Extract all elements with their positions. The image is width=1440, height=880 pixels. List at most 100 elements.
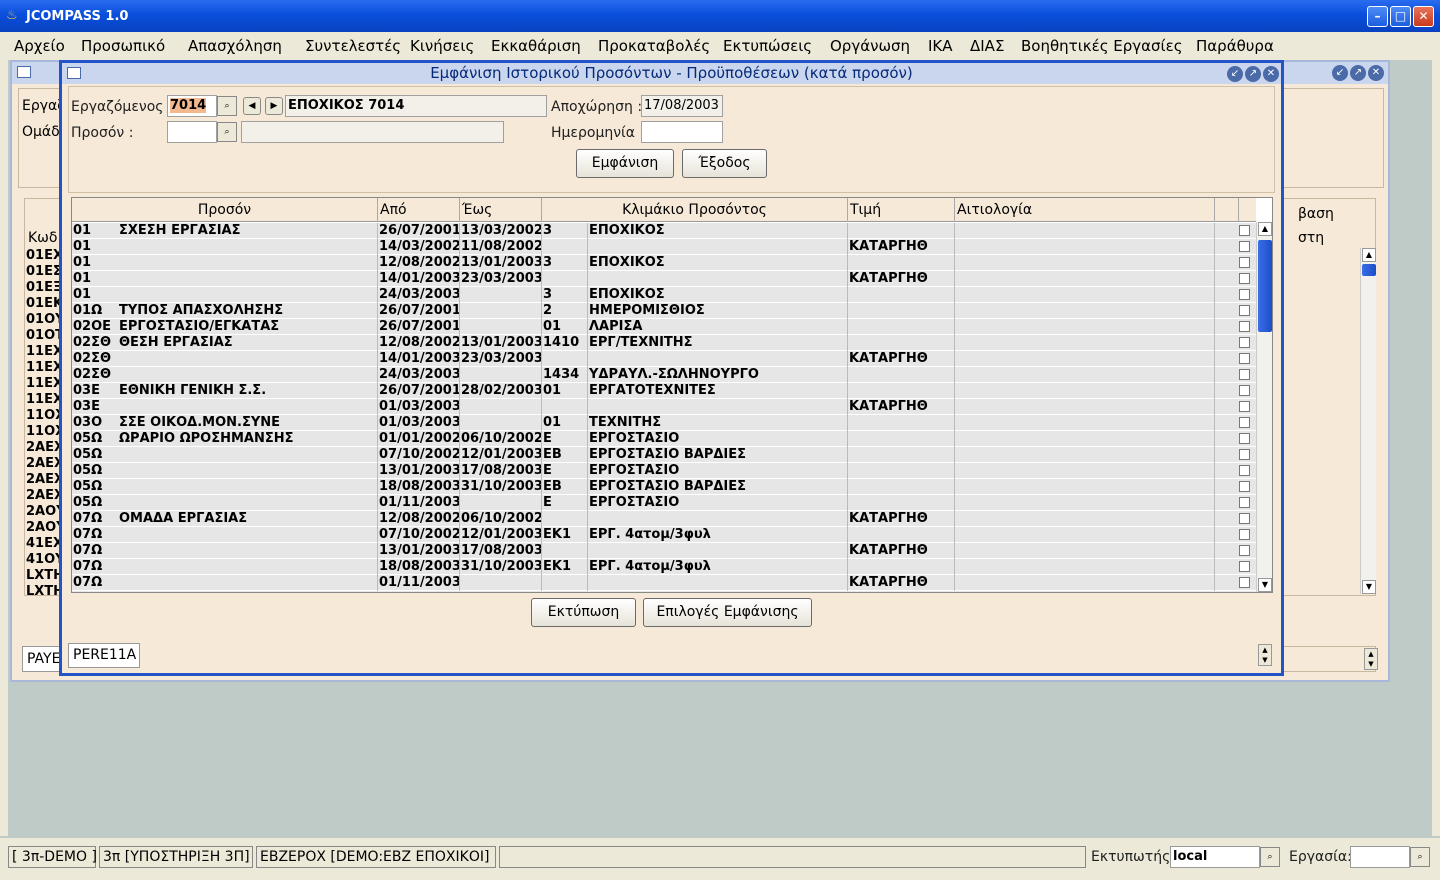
table-row[interactable]: 05Ω 13/01/2003 17/08/2003 Ε ΕΡΓΟΣΤΑΣΙΟ <box>72 463 1256 479</box>
close-icon[interactable]: ✕ <box>1263 66 1279 82</box>
table-row[interactable]: 01 12/08/2002 13/01/2003 3 ΕΠΟΧΙΚΟΣ <box>72 255 1256 271</box>
table-row[interactable]: 07Ω ΟΜΑΔΑ ΕΡΓΑΣΙΑΣ 12/08/2002 06/10/2002 ΚΑΤ… <box>72 511 1256 527</box>
display-options-button[interactable]: Επιλογές Εμφάνισης <box>643 598 812 627</box>
scroll-down-icon[interactable]: ▼ <box>1258 578 1272 592</box>
row-checkbox[interactable] <box>1239 257 1250 268</box>
date-input[interactable] <box>641 121 723 143</box>
row-checkbox[interactable] <box>1239 305 1250 316</box>
table-row[interactable]: 01 14/01/2003 23/03/2003 ΚΑΤΑΡΓΗΘ <box>72 271 1256 287</box>
row-checkbox[interactable] <box>1239 449 1250 460</box>
table-row[interactable]: 02ΣΘ 24/03/2003 1434 ΥΔΡΑΥΛ.-ΣΩΛΗΝΟΥΡΓΟ <box>72 367 1256 383</box>
table-row[interactable]: 01 ΣΧΕΣΗ ΕΡΓΑΣΙΑΣ 26/07/2001 13/03/2002 3 ΕΠΟ… <box>72 223 1256 239</box>
menu-windows[interactable]: Παράθυρα <box>1196 37 1274 55</box>
menu-file[interactable]: Αρχείο <box>14 37 65 55</box>
row-checkbox[interactable] <box>1239 481 1250 492</box>
menu-coefficients[interactable]: Συντελεστές <box>305 37 401 55</box>
row-checkbox[interactable] <box>1239 577 1250 588</box>
row-checkbox[interactable] <box>1239 225 1250 236</box>
spinner-icon[interactable]: ▲ ▼ <box>1364 648 1378 670</box>
exit-button[interactable]: Έξοδος <box>682 149 767 178</box>
scroll-down-icon[interactable]: ▼ <box>1362 580 1376 594</box>
row-checkbox[interactable] <box>1239 369 1250 380</box>
maximize-icon[interactable]: ↗ <box>1350 65 1366 81</box>
minimize-icon[interactable]: – <box>1367 6 1388 27</box>
table-row[interactable]: 07Ω 01/11/2003 ΚΑΤΑΡΓΗΘ <box>72 575 1256 591</box>
background-scrollbar[interactable]: ▲ ▼ <box>1360 248 1376 594</box>
maximize-icon[interactable]: □ <box>1390 6 1411 27</box>
task-input[interactable] <box>1350 846 1410 868</box>
row-checkbox[interactable] <box>1239 465 1250 476</box>
table-row[interactable]: 05Ω 07/10/2002 12/01/2003 ΕΒ ΕΡΓΟΣΤΑΣΙΟ ΒΑΡΔ… <box>72 447 1256 463</box>
binoculars-icon[interactable]: ⌕ <box>1410 847 1430 867</box>
table-row[interactable]: 02ΟΕ ΕΡΓΟΣΤΑΣΙΟ/ΕΓΚΑΤΑΣ 26/07/2001 01 ΛΑΡΙΣΑ <box>72 319 1256 335</box>
row-checkbox[interactable] <box>1239 513 1250 524</box>
row-checkbox[interactable] <box>1239 433 1250 444</box>
printer-input[interactable]: local <box>1170 846 1260 868</box>
restore-icon[interactable]: ↙ <box>1332 65 1348 81</box>
print-button[interactable]: Εκτύπωση <box>531 598 636 627</box>
row-checkbox[interactable] <box>1239 561 1250 572</box>
menu-personnel[interactable]: Προσωπικό <box>81 37 165 55</box>
table-row[interactable]: 01 14/03/2002 11/08/2002 ΚΑΤΑΡΓΗΘ <box>72 239 1256 255</box>
table-row[interactable]: 03Ο ΣΣΕ ΟΙΚΟΔ.ΜΟΝ.ΣΥΝΕ 01/03/2003 01 ΤΕΧΝΙΤΗ… <box>72 415 1256 431</box>
employee-code-input[interactable]: 7014 <box>167 95 217 117</box>
table-scrollbar[interactable]: ▲ ▼ <box>1256 222 1272 592</box>
row-checkbox[interactable] <box>1239 417 1250 428</box>
table-row[interactable]: 03Ε 01/03/2003 ΚΑΤΑΡΓΗΘ <box>72 399 1256 415</box>
binoculars-icon[interactable]: ⌕ <box>217 122 237 142</box>
qualification-code-input[interactable] <box>167 121 217 143</box>
column-header-grade[interactable]: Κλιμάκιο Προσόντος <box>542 198 848 222</box>
table-row[interactable]: 05Ω 01/11/2003 Ε ΕΡΓΟΣΤΑΣΙΟ <box>72 495 1256 511</box>
row-checkbox[interactable] <box>1239 529 1250 540</box>
menu-utilities[interactable]: Βοηθητικές Εργασίες <box>1021 37 1183 55</box>
row-checkbox[interactable] <box>1239 273 1250 284</box>
window-menu-icon[interactable] <box>17 66 31 78</box>
next-icon[interactable]: ▶ <box>265 97 283 115</box>
column-header-reason[interactable]: Αιτιολογία <box>955 198 1215 222</box>
column-header-to[interactable]: Έως <box>460 198 542 222</box>
row-checkbox[interactable] <box>1239 321 1250 332</box>
table-row[interactable]: 05Ω ΩΡΑΡΙΟ ΩΡΟΣΗΜΑΝΣΗΣ 01/01/2002 06/10/200… <box>72 431 1256 447</box>
scroll-up-icon[interactable]: ▲ <box>1362 248 1376 262</box>
binoculars-icon[interactable]: ⌕ <box>1260 847 1280 867</box>
spinner-icon[interactable]: ▲ ▼ <box>1258 644 1272 666</box>
table-row[interactable]: 07Ω 18/08/2003 31/10/2003 ΕΚ1 ΕΡΓ. 4ατομ/3φυ… <box>72 559 1256 575</box>
row-checkbox[interactable] <box>1239 385 1250 396</box>
row-checkbox[interactable] <box>1239 289 1250 300</box>
column-header-qualification[interactable]: Προσόν <box>72 198 378 222</box>
column-header-from[interactable]: Από <box>378 198 460 222</box>
table-row[interactable]: 01Ω ΤΥΠΟΣ ΑΠΑΣΧΟΛΗΣΗΣ 26/07/2001 2 ΗΜΕΡΟΜΙΣΘ… <box>72 303 1256 319</box>
show-button[interactable]: Εμφάνιση <box>576 149 674 178</box>
column-header-value[interactable]: Τιμή <box>848 198 955 222</box>
menu-ika[interactable]: ΙΚΑ <box>928 37 953 55</box>
row-checkbox[interactable] <box>1239 241 1250 252</box>
table-row[interactable]: 05Ω 18/08/2003 31/10/2003 ΕΒ ΕΡΓΟΣΤΑΣΙΟ ΒΑΡΔ… <box>72 479 1256 495</box>
menu-transactions[interactable]: Κινήσεις <box>410 37 474 55</box>
row-checkbox[interactable] <box>1239 401 1250 412</box>
menu-advances[interactable]: Προκαταβολές <box>598 37 710 55</box>
table-row[interactable]: 01 24/03/2003 3 ΕΠΟΧΙΚΟΣ <box>72 287 1256 303</box>
row-checkbox[interactable] <box>1239 353 1250 364</box>
scroll-up-icon[interactable]: ▲ <box>1258 222 1272 236</box>
row-checkbox[interactable] <box>1239 497 1250 508</box>
row-checkbox[interactable] <box>1239 545 1250 556</box>
close-icon[interactable]: ✕ <box>1368 65 1384 81</box>
close-icon[interactable]: ✕ <box>1413 6 1434 27</box>
table-row[interactable]: 07Ω 07/10/2002 12/01/2003 ΕΚ1 ΕΡΓ. 4ατομ/3φυ… <box>72 527 1256 543</box>
table-row[interactable]: 02ΣΘ 14/01/2003 23/03/2003 ΚΑΤΑΡΓΗΘ <box>72 351 1256 367</box>
row-checkbox[interactable] <box>1239 337 1250 348</box>
menu-organization[interactable]: Οργάνωση <box>830 37 910 55</box>
menu-dias[interactable]: ΔΙΑΣ <box>970 37 1004 55</box>
previous-icon[interactable]: ◀ <box>243 97 261 115</box>
menu-employment[interactable]: Απασχόληση <box>188 37 282 55</box>
table-row[interactable]: 02ΣΘ ΘΕΣΗ ΕΡΓΑΣΙΑΣ 12/08/2002 13/01/2003 141… <box>72 335 1256 351</box>
scroll-thumb[interactable] <box>1258 240 1272 332</box>
menu-payroll[interactable]: Εκκαθάριση <box>491 37 581 55</box>
scroll-thumb[interactable] <box>1362 264 1376 276</box>
table-row[interactable]: 07Ω 13/01/2003 17/08/2003 ΚΑΤΑΡΓΗΘ <box>72 543 1256 559</box>
binoculars-icon[interactable]: ⌕ <box>217 96 237 116</box>
window-menu-icon[interactable] <box>67 67 81 79</box>
restore-icon[interactable]: ↙ <box>1227 66 1243 82</box>
table-row[interactable]: 03Ε ΕΘΝΙΚΗ ΓΕΝΙΚΗ Σ.Σ. 26/07/2001 28/02/200… <box>72 383 1256 399</box>
maximize-icon[interactable]: ↗ <box>1245 66 1261 82</box>
